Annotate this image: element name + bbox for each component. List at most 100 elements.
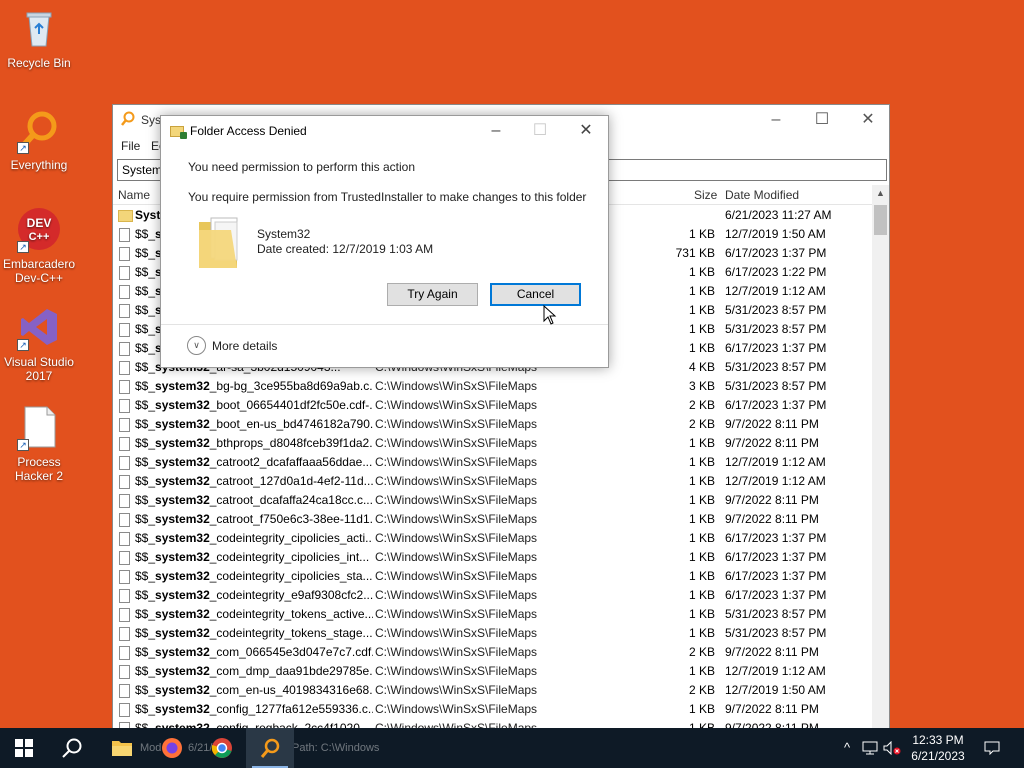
table-row[interactable]: $$_system32_config_1277fa612e559336.c...… <box>113 700 873 719</box>
file-name-match: system32 <box>155 550 210 564</box>
file-path: C:\Windows\WinSxS\FileMaps <box>375 626 538 640</box>
close-button[interactable]: ✕ <box>845 109 891 133</box>
taskbar-everything[interactable] <box>246 728 294 768</box>
column-name[interactable]: Name <box>118 188 150 202</box>
shortcut-arrow-icon: ↗ <box>17 339 29 351</box>
file-name-prefix: $$_ <box>135 246 156 260</box>
file-date: 5/31/2023 8:57 PM <box>725 322 827 336</box>
dialog-titlebar[interactable]: Folder Access Denied – ☐ ✕ <box>161 116 608 146</box>
desktop-icon-process-hacker[interactable]: ↗ Process Hacker 2 <box>0 405 78 483</box>
taskbar-chrome[interactable] <box>198 728 246 768</box>
table-row[interactable]: $$_system32_config_regback_2cc4f1020... C… <box>113 719 873 728</box>
file-path: C:\Windows\WinSxS\FileMaps <box>375 512 538 526</box>
vertical-scrollbar[interactable]: ▲ ▼ <box>872 185 889 728</box>
network-icon[interactable] <box>860 728 880 768</box>
file-icon <box>119 266 130 280</box>
file-date: 5/31/2023 8:57 PM <box>725 607 827 621</box>
table-row[interactable]: $$_system32_catroot_f750e6c3-38ee-11d1..… <box>113 510 873 529</box>
file-icon <box>119 437 130 451</box>
file-size: 1 KB <box>688 493 715 507</box>
file-size: 1 KB <box>688 588 715 602</box>
desktop-icon-everything[interactable]: ↗ Everything <box>0 108 78 172</box>
table-row[interactable]: $$_system32_codeintegrity_cipolicies_sta… <box>113 567 873 586</box>
taskbar-file-explorer[interactable] <box>98 728 146 768</box>
column-date[interactable]: Date Modified <box>725 188 799 202</box>
file-name-rest: _com_en-us_4019834316e68... <box>209 683 373 697</box>
table-row[interactable]: $$_system32_catroot_dcafaffa24ca18cc.c..… <box>113 491 873 510</box>
file-name-prefix: $$_ <box>135 474 156 488</box>
file-size: 1 KB <box>688 227 715 241</box>
file-path: C:\Windows\WinSxS\FileMaps <box>375 607 538 621</box>
table-row[interactable]: $$_system32_bthprops_d8048fceb39f1da2...… <box>113 434 873 453</box>
table-row[interactable]: $$_system32_codeintegrity_cipolicies_int… <box>113 548 873 567</box>
table-row[interactable]: $$_system32_boot_06654401df2fc50e.cdf-..… <box>113 396 873 415</box>
desktop-icon-label: Embarcadero Dev-C++ <box>2 257 76 285</box>
file-icon <box>119 342 130 356</box>
try-again-button[interactable]: Try Again <box>387 283 478 306</box>
file-name: $$_system32_catroot_dcafaffa24ca18cc.c..… <box>135 491 373 510</box>
search-button[interactable] <box>48 728 96 768</box>
file-name-rest: _com_dmp_daa91bde29785e... <box>209 664 373 678</box>
file-name-prefix: $$_ <box>135 322 156 336</box>
taskbar: Mod 6/21/202 Path: C:\Windows ^ 12:33 PM… <box>0 728 1024 768</box>
clock[interactable]: 12:33 PM 6/21/2023 <box>906 732 970 764</box>
file-size: 1 KB <box>688 265 715 279</box>
file-name-rest: _codeintegrity_cipolicies_acti... <box>209 531 373 545</box>
dialog-minimize-button[interactable]: – <box>473 118 519 144</box>
file-name-match: system32 <box>155 436 210 450</box>
file-size: 1 KB <box>688 607 715 621</box>
file-name-prefix: $$_ <box>135 265 156 279</box>
everything-magnifier-icon: ↗ <box>17 108 61 154</box>
table-row[interactable]: $$_system32_boot_en-us_bd4746182a790... C… <box>113 415 873 434</box>
desktop-icon-devcpp[interactable]: DEV C++ ↗ Embarcadero Dev-C++ <box>0 207 78 285</box>
file-name-match: system32 <box>155 531 210 545</box>
file-date: 9/7/2022 8:11 PM <box>725 436 819 450</box>
file-name: $$_system32_bthprops_d8048fceb39f1da2... <box>135 434 373 453</box>
file-icon <box>119 513 130 527</box>
start-button[interactable] <box>0 728 48 768</box>
table-row[interactable]: $$_system32_catroot_127d0a1d-4ef2-11d...… <box>113 472 873 491</box>
file-name-rest: _codeintegrity_cipolicies_int... <box>209 550 370 564</box>
file-name-match: system32 <box>155 398 210 412</box>
menu-file[interactable]: File <box>121 139 140 153</box>
maximize-button[interactable]: ☐ <box>799 109 845 133</box>
dialog-close-button[interactable]: ✕ <box>563 118 609 144</box>
file-name: $$_system32_com_066545e3d047e7c7.cdf... <box>135 643 373 662</box>
file-name-prefix: $$_ <box>135 550 156 564</box>
cancel-button[interactable]: Cancel <box>490 283 581 306</box>
notifications-icon[interactable] <box>980 728 1004 768</box>
taskbar-firefox[interactable] <box>148 728 196 768</box>
table-row[interactable]: $$_system32_codeintegrity_tokens_active.… <box>113 605 873 624</box>
scroll-up-icon[interactable]: ▲ <box>872 185 889 202</box>
chevron-up-icon[interactable]: ^ <box>838 728 856 768</box>
file-name-match: system32 <box>155 702 210 716</box>
table-row[interactable]: $$_system32_com_066545e3d047e7c7.cdf... C… <box>113 643 873 662</box>
file-name: $$_system32_boot_06654401df2fc50e.cdf-..… <box>135 396 373 415</box>
file-icon <box>119 684 130 698</box>
table-row[interactable]: $$_system32_bg-bg_3ce955ba8d69a9ab.c... C… <box>113 377 873 396</box>
file-date: 6/17/2023 1:37 PM <box>725 569 827 583</box>
file-icon <box>119 323 130 337</box>
table-row[interactable]: $$_system32_com_en-us_4019834316e68... C:… <box>113 681 873 700</box>
visual-studio-icon: ↗ <box>17 305 61 351</box>
file-name-match: system32 <box>155 607 210 621</box>
scroll-thumb[interactable] <box>874 205 887 235</box>
desktop-icon-visual-studio[interactable]: ↗ Visual Studio 2017 <box>0 305 78 383</box>
file-name-match: system32 <box>155 626 210 640</box>
file-date: 6/17/2023 1:37 PM <box>725 588 827 602</box>
file-path: C:\Windows\WinSxS\FileMaps <box>375 417 538 431</box>
column-size[interactable]: Size <box>694 188 717 202</box>
table-row[interactable]: $$_system32_codeintegrity_cipolicies_act… <box>113 529 873 548</box>
file-size: 1 KB <box>688 455 715 469</box>
folder-date-created: Date created: 12/7/2019 1:03 AM <box>257 242 434 256</box>
table-row[interactable]: $$_system32_com_dmp_daa91bde29785e... C:\… <box>113 662 873 681</box>
file-name-prefix: $$_ <box>135 493 156 507</box>
file-icon <box>119 399 130 413</box>
volume-muted-icon[interactable] <box>882 728 902 768</box>
table-row[interactable]: $$_system32_codeintegrity_tokens_stage..… <box>113 624 873 643</box>
desktop-icon-recycle-bin[interactable]: Recycle Bin <box>0 6 78 70</box>
table-row[interactable]: $$_system32_catroot2_dcafaffaaa56ddae...… <box>113 453 873 472</box>
file-name-rest: _catroot_f750e6c3-38ee-11d1... <box>209 512 373 526</box>
table-row[interactable]: $$_system32_codeintegrity_e9af9308cfc2..… <box>113 586 873 605</box>
minimize-button[interactable]: – <box>753 109 799 133</box>
